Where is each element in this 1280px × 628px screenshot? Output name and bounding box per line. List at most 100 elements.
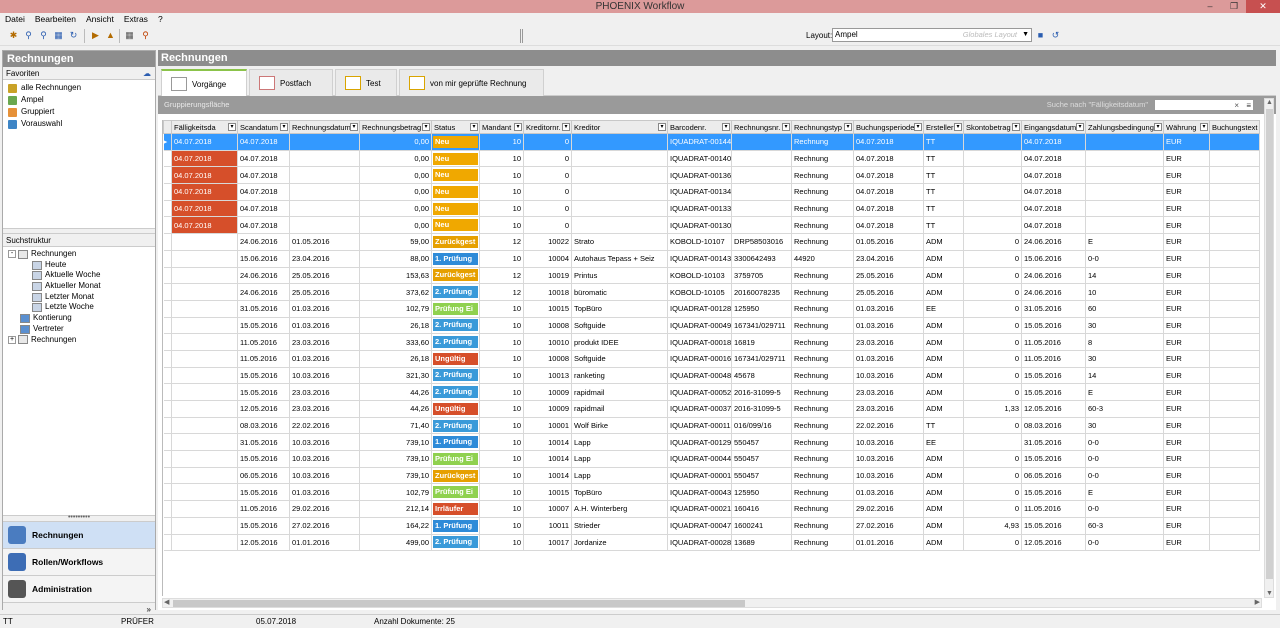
tree-node[interactable]: Aktuelle Woche <box>3 270 155 281</box>
arrow-right-icon[interactable]: ▶ <box>1255 598 1260 606</box>
favorite-item[interactable]: alle Rechnungen <box>3 82 155 94</box>
column-header[interactable]: Rechnungsbetrag ▾ <box>359 120 432 134</box>
arrow-left-icon[interactable]: ◀ <box>164 598 169 606</box>
filter-dropdown-icon[interactable]: ▾ <box>658 123 666 131</box>
table-row[interactable]: 24.06.2016 25.05.2016 373,62 2. Prüfung 12 10… <box>163 283 1260 301</box>
nav-button-0[interactable]: Rechnungen <box>3 521 155 548</box>
column-header[interactable]: Status ▾ <box>431 120 480 134</box>
arrow-up-icon[interactable]: ▲ <box>1266 99 1273 106</box>
table-row[interactable]: 24.06.2016 25.05.2016 153,63 Zurückgest 12 10… <box>163 266 1260 285</box>
table-row[interactable]: 04.07.2018 04.07.2018 0,00 Neu 10 0 IQUADRAT-0… <box>163 149 1260 168</box>
filter-dropdown-icon[interactable]: ▾ <box>422 123 430 131</box>
chevron-down-icon[interactable]: ▼ <box>1022 29 1029 41</box>
row-indicator[interactable] <box>163 483 172 502</box>
tab-2[interactable]: Test <box>335 69 397 96</box>
filter-dropdown-icon[interactable]: ▾ <box>350 123 358 131</box>
tree-node[interactable]: Aktueller Monat <box>3 281 155 292</box>
column-header[interactable]: Rechnungstyp ▾ <box>791 120 854 134</box>
tree-node[interactable]: + Rechnungen <box>3 335 155 346</box>
table-row[interactable]: 15.05.2016 01.03.2016 102,79 Prüfung Ei 10 10… <box>163 483 1260 502</box>
close-icon[interactable]: ✕ <box>1246 0 1280 13</box>
table-row[interactable]: 04.07.2018 04.07.2018 0,00 Neu 10 0 IQUADRAT-0… <box>163 166 1260 185</box>
row-indicator[interactable] <box>163 416 172 435</box>
table-row[interactable]: 04.07.2018 04.07.2018 0,00 Neu 10 0 IQUADRAT-0… <box>163 216 1260 235</box>
filter-dropdown-icon[interactable]: ▾ <box>514 123 522 131</box>
clear-icon[interactable]: × <box>1234 100 1239 111</box>
layout-select[interactable]: Ampel Globales Layout ▼ <box>832 28 1032 42</box>
save-icon[interactable]: ■ <box>1035 29 1046 41</box>
calendar-icon[interactable]: ▦ <box>52 29 65 42</box>
scrollbar-thumb[interactable] <box>173 600 745 607</box>
column-header[interactable]: Scandatum ▾ <box>237 120 290 134</box>
table-row[interactable]: 12.05.2016 01.01.2016 499,00 2. Prüfung 10 10… <box>163 533 1260 552</box>
user-search-icon[interactable]: ⚲ <box>139 29 152 42</box>
filter-dropdown-icon[interactable]: ▾ <box>1012 123 1020 131</box>
table-row[interactable]: 15.05.2016 10.03.2016 739,10 Prüfung Ei 10 10… <box>163 450 1260 468</box>
filter-dropdown-icon[interactable]: ▾ <box>1154 123 1162 131</box>
tab-3[interactable]: von mir geprüfte Rechnung <box>399 69 544 96</box>
filter-dropdown-icon[interactable]: ▾ <box>844 123 852 131</box>
filter-dropdown-icon[interactable]: ▾ <box>280 123 288 131</box>
reset-icon[interactable]: ↺ <box>1050 29 1061 41</box>
table-row[interactable]: 15.05.2016 10.03.2016 321,30 2. Prüfung 10 10… <box>163 366 1260 385</box>
row-indicator[interactable] <box>163 199 172 218</box>
row-indicator[interactable] <box>163 299 172 318</box>
refresh-icon[interactable]: ↻ <box>67 29 80 42</box>
row-indicator[interactable] <box>163 533 172 552</box>
column-header[interactable]: Barcodenr. ▾ <box>667 120 732 134</box>
menu-item-0[interactable]: Datei <box>0 13 30 26</box>
column-header[interactable]: Rechnungsdatum ▾ <box>289 120 360 134</box>
filter-dropdown-icon[interactable]: ▾ <box>954 123 962 131</box>
menu-item-2[interactable]: Ansicht <box>81 13 119 26</box>
arrow-down-icon[interactable]: ▼ <box>1266 590 1273 597</box>
row-indicator[interactable] <box>163 500 172 518</box>
row-indicator[interactable] <box>163 149 172 168</box>
column-header[interactable]: Buchungsperiode ▾ <box>853 120 924 134</box>
table-row[interactable]: 08.03.2016 22.02.2016 71,40 2. Prüfung 10 100… <box>163 416 1260 435</box>
row-indicator[interactable] <box>163 366 172 385</box>
filter-dropdown-icon[interactable]: ▾ <box>228 123 236 131</box>
row-indicator[interactable] <box>163 333 172 351</box>
menu-icon[interactable]: ≡ <box>1246 100 1251 111</box>
row-indicator[interactable] <box>163 233 172 251</box>
tree-node[interactable]: Letzter Monat <box>3 292 155 303</box>
filter-dropdown-icon[interactable]: ▾ <box>1200 123 1208 131</box>
toolbar-grip[interactable] <box>520 29 523 43</box>
table-row[interactable]: ▸ 04.07.2018 04.07.2018 0,00 Neu 10 0 IQUADRAT-… <box>163 133 1260 151</box>
row-indicator[interactable] <box>163 249 172 268</box>
row-indicator[interactable] <box>163 166 172 185</box>
table-icon[interactable]: ▦ <box>123 29 136 42</box>
column-header[interactable]: Skontobetrag ▾ <box>963 120 1022 134</box>
tab-1[interactable]: Postfach <box>249 69 333 96</box>
tree-node[interactable]: Heute <box>3 260 155 271</box>
row-indicator[interactable] <box>163 216 172 235</box>
table-row[interactable]: 31.05.2016 01.03.2016 102,79 Prüfung Ei 10 10… <box>163 299 1260 318</box>
table-row[interactable]: 11.05.2016 29.02.2016 212,14 Irrläufer 10 100… <box>163 500 1260 518</box>
nav-button-1[interactable]: Rollen/Workflows <box>3 548 155 575</box>
row-indicator[interactable] <box>163 266 172 285</box>
tab-0[interactable]: Vorgänge <box>161 69 247 97</box>
filter-dropdown-icon[interactable]: ▾ <box>1076 123 1084 131</box>
row-indicator[interactable] <box>163 283 172 301</box>
group-area[interactable]: Gruppierungsfläche Suche nach "Fälligkei… <box>158 96 1276 114</box>
table-row[interactable]: 15.06.2016 23.04.2016 88,00 1. Prüfung 10 100… <box>163 249 1260 268</box>
table-row[interactable]: 11.05.2016 01.03.2016 26,18 Ungültig 10 10008… <box>163 349 1260 368</box>
scrollbar-thumb[interactable] <box>1266 109 1273 579</box>
search-icon[interactable]: ⚲ <box>22 29 35 42</box>
favorite-item[interactable]: Ampel <box>3 94 155 106</box>
row-indicator[interactable] <box>163 450 172 468</box>
menu-item-3[interactable]: Extras <box>119 13 153 26</box>
row-indicator[interactable] <box>163 466 172 485</box>
cloud-icon[interactable]: ☁ <box>143 67 151 80</box>
table-row[interactable]: 12.05.2016 23.03.2016 44,26 Ungültig 10 10009… <box>163 400 1260 418</box>
search-advanced-icon[interactable]: ⚲ <box>37 29 50 42</box>
tree-node[interactable]: Letzte Woche <box>3 302 155 313</box>
tree-node[interactable]: Vertreter <box>3 324 155 335</box>
column-header[interactable]: Währung ▾ <box>1163 120 1210 134</box>
tree-node[interactable]: Kontierung <box>3 313 155 324</box>
horizontal-scrollbar[interactable]: ◀ ▶ <box>162 598 1262 608</box>
folder-open-icon[interactable]: ▶ <box>89 29 102 42</box>
menu-item-1[interactable]: Bearbeiten <box>30 13 81 26</box>
column-header[interactable]: Kreditornr. ▾ <box>523 120 572 134</box>
column-header[interactable]: Rechnungsnr. ▾ <box>731 120 792 134</box>
